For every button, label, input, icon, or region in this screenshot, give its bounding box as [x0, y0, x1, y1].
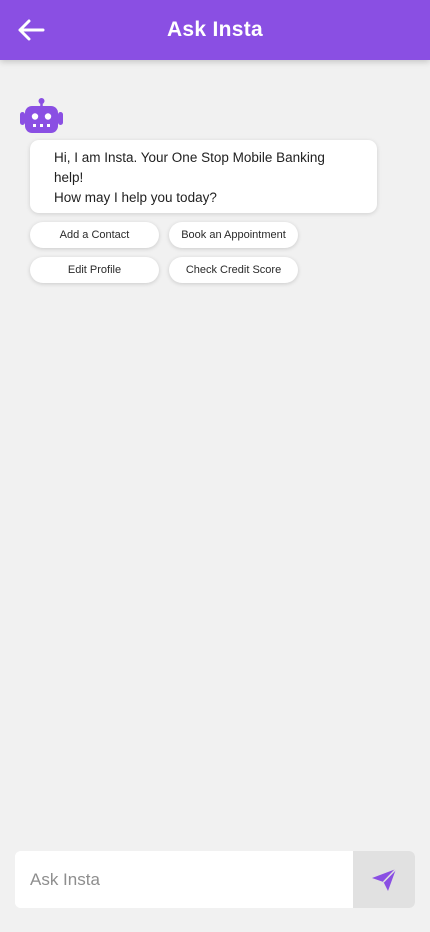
arrow-left-icon: [18, 19, 45, 41]
bot-message-line: How may I help you today?: [54, 190, 217, 205]
quick-reply-book-appointment[interactable]: Book an Appointment: [169, 222, 298, 248]
page-title: Ask Insta: [166, 18, 264, 41]
send-icon: [372, 867, 397, 891]
quick-reply-check-credit-score[interactable]: Check Credit Score: [169, 257, 298, 283]
send-button[interactable]: [353, 851, 415, 908]
quick-reply-edit-profile[interactable]: Edit Profile: [30, 257, 159, 283]
back-button[interactable]: [14, 13, 48, 47]
bot-message-bubble: Hi, I am Insta. Your One Stop Mobile Ban…: [30, 140, 377, 213]
bot-message-line: Hi, I am Insta. Your One Stop Mobile Ban…: [54, 150, 325, 165]
chat-input[interactable]: [15, 851, 353, 908]
app-screen: Ask Insta Hi, I am Insta. Your One Stop …: [0, 0, 430, 932]
bot-message-line: help!: [54, 170, 84, 185]
robot-icon: [19, 97, 64, 135]
app-header: Ask Insta: [0, 0, 430, 60]
message-composer: [15, 851, 415, 908]
quick-reply-add-contact[interactable]: Add a Contact: [30, 222, 159, 248]
